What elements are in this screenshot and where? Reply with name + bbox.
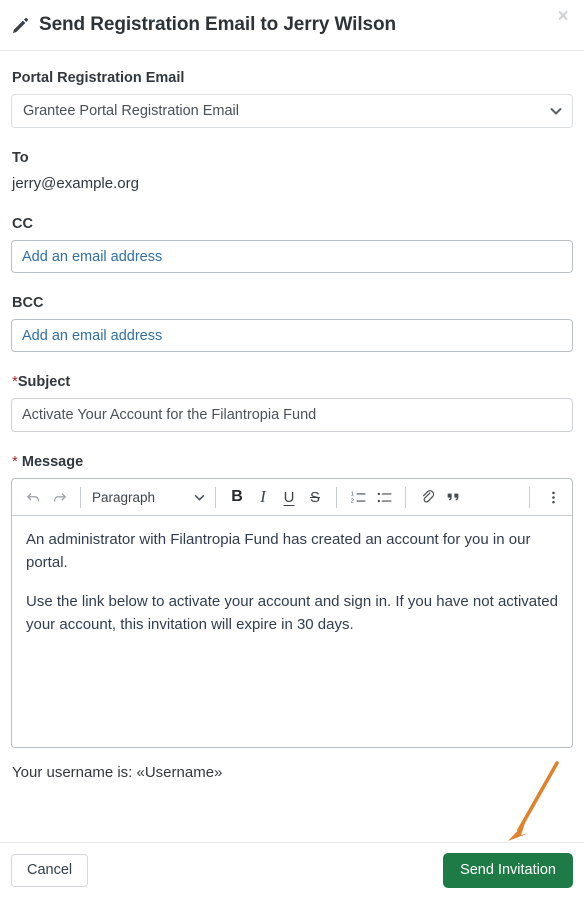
subject-label-text: Subject	[17, 374, 71, 390]
bcc-input[interactable]	[11, 319, 573, 352]
username-note: Your username is: «Username»	[12, 764, 223, 781]
bcc-label: BCC	[12, 295, 44, 311]
redo-icon[interactable]	[46, 484, 72, 510]
close-icon[interactable]: ×	[552, 6, 574, 28]
send-invitation-button[interactable]: Send Invitation	[443, 852, 573, 888]
portal-registration-email-label: Portal Registration Email	[12, 70, 185, 86]
blockquote-icon[interactable]	[440, 484, 466, 510]
block-format-dropdown[interactable]: Paragraph	[89, 484, 207, 510]
cc-input[interactable]	[11, 240, 573, 273]
strikethrough-button[interactable]: S	[302, 484, 328, 510]
cancel-button[interactable]: Cancel	[11, 853, 89, 887]
message-editor: Paragraph B I U S 1 2 An administrator w…	[11, 478, 573, 748]
subject-label: *Subject	[12, 373, 573, 391]
toolbar-divider	[529, 486, 530, 508]
link-icon[interactable]	[414, 484, 440, 510]
undo-icon[interactable]	[20, 484, 46, 510]
message-editor-body[interactable]: An administrator with Filantropia Fund h…	[12, 516, 572, 747]
more-options-icon[interactable]	[540, 484, 566, 510]
to-label: To	[12, 150, 29, 166]
portal-registration-email-select[interactable]: Grantee Portal Registration Email	[11, 94, 573, 128]
modal-footer: Cancel Send Invitation	[0, 842, 584, 897]
toolbar-divider	[405, 486, 406, 508]
page-title: Send Registration Email to Jerry Wilson	[39, 14, 397, 35]
toolbar-divider	[215, 486, 216, 508]
modal-header: Send Registration Email to Jerry Wilson …	[0, 0, 584, 51]
svg-text:2: 2	[350, 498, 353, 504]
toolbar-divider	[336, 486, 337, 508]
message-paragraph: Use the link below to activate your acco…	[26, 593, 558, 633]
editor-toolbar: Paragraph B I U S 1 2	[12, 479, 572, 516]
bold-button[interactable]: B	[224, 484, 250, 510]
cc-label: CC	[12, 216, 33, 232]
italic-button[interactable]: I	[250, 484, 276, 510]
pencil-icon	[11, 16, 30, 35]
portal-registration-email-select-wrap: Grantee Portal Registration Email	[11, 94, 573, 128]
modal-body: Portal Registration Email Grantee Portal…	[0, 51, 584, 783]
subject-input[interactable]	[11, 398, 573, 432]
chevron-down-icon	[194, 494, 205, 501]
svg-text:1: 1	[350, 491, 353, 497]
to-value: jerry@example.org	[12, 175, 139, 192]
message-paragraph: An administrator with Filantropia Fund h…	[26, 531, 531, 571]
message-label: * Message	[12, 453, 573, 471]
bulleted-list-icon[interactable]	[371, 484, 397, 510]
block-format-value: Paragraph	[92, 489, 156, 505]
message-label-text: Message	[17, 454, 84, 470]
underline-button[interactable]: U	[276, 484, 302, 510]
toolbar-divider	[80, 486, 81, 508]
numbered-list-icon[interactable]: 1 2	[345, 484, 371, 510]
